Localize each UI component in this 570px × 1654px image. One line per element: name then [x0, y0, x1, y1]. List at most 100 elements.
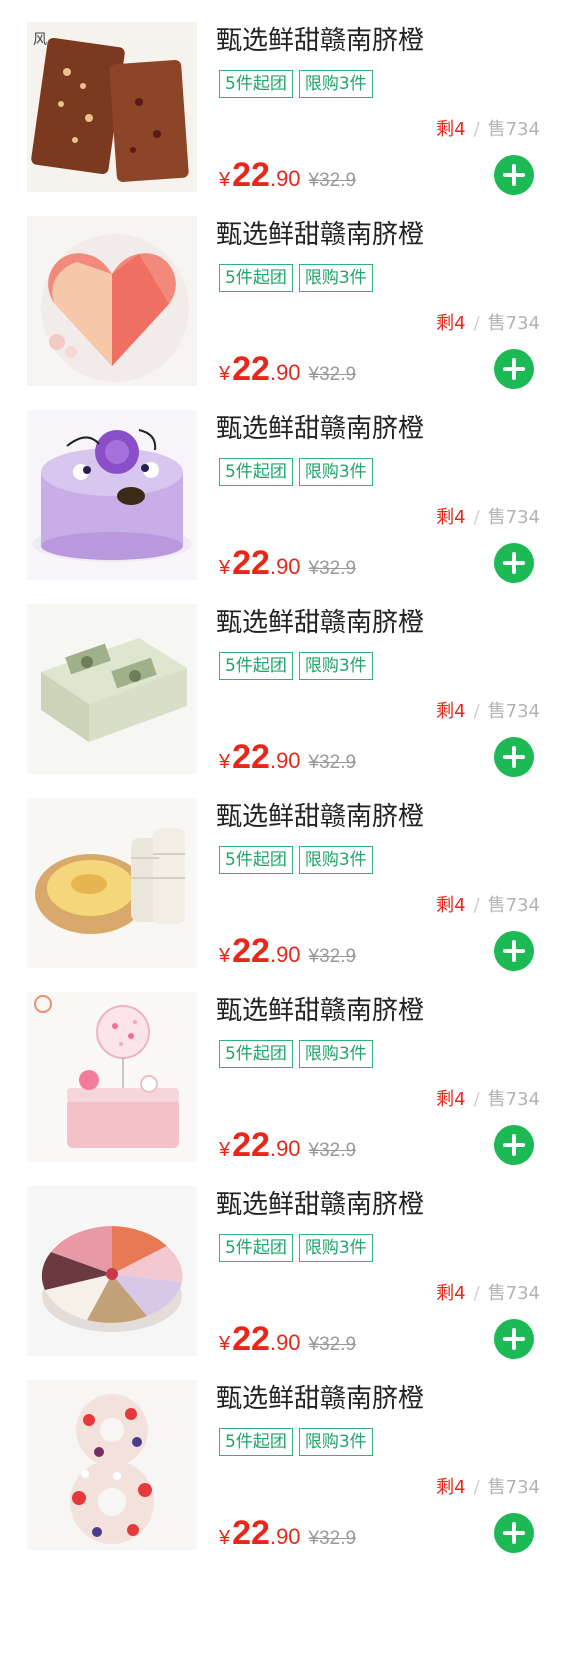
product-title: 甄选鲜甜赣南脐橙: [216, 1190, 425, 1220]
remaining-count: 剩4: [436, 895, 466, 916]
product-card[interactable]: 甄选鲜甜赣南脐橙 5件起团 限购3件 剩4 / 售734 ¥22.90 ¥32.9: [0, 1376, 570, 1576]
price: ¥22.90 ¥32.9: [219, 1126, 356, 1165]
svg-text:风: 风: [33, 32, 47, 48]
price-integer: 22: [232, 932, 270, 970]
price: ¥22.90 ¥32.9: [219, 156, 356, 195]
product-card[interactable]: 甄选鲜甜赣南脐橙 5件起团 限购3件 剩4 / 售734 ¥22.90 ¥32.9: [0, 794, 570, 994]
product-card[interactable]: 甄选鲜甜赣南脐橙 5件起团 限购3件 剩4 / 售734 ¥22.90 ¥32.9: [0, 988, 570, 1188]
price-integer: 22: [232, 1514, 270, 1552]
add-to-cart-button[interactable]: [494, 1319, 534, 1359]
product-title: 甄选鲜甜赣南脐橙: [216, 414, 425, 444]
stock-separator: /: [473, 1089, 480, 1110]
original-price: ¥32.9: [308, 752, 357, 773]
sold-count: 售734: [487, 701, 540, 722]
lavender-cake-icon[interactable]: [27, 410, 197, 580]
sampler-cake-icon[interactable]: [27, 1186, 197, 1356]
stock-separator: /: [473, 313, 480, 334]
product-card[interactable]: 风 甄选鲜甜赣南脐橙 5件起团 限购3件 剩4 / 售734 ¥22.90 ¥32.9: [0, 18, 570, 218]
add-to-cart-button[interactable]: [494, 349, 534, 389]
product-list: 风 甄选鲜甜赣南脐橙 5件起团 限购3件 剩4/售734 ¥22.90 ¥32.9: [0, 0, 570, 1654]
currency-symbol: ¥: [219, 751, 231, 773]
product-title: 甄选鲜甜赣南脐橙: [216, 26, 425, 56]
stock-separator: /: [473, 1477, 480, 1498]
stock-separator: /: [473, 119, 480, 140]
price: ¥22.90 ¥32.9: [219, 1514, 356, 1553]
tag-min-group: 5件起团: [219, 458, 293, 486]
stock-info: 剩4 / 售734: [436, 1476, 540, 1500]
tag-purchase-limit: 限购3件: [298, 70, 373, 98]
tag-min-group: 5件起团: [219, 1040, 293, 1068]
currency-symbol: ¥: [219, 169, 231, 191]
price-decimal: .90: [269, 554, 301, 579]
price-integer: 22: [232, 1126, 270, 1164]
remaining-count: 剩4: [436, 701, 466, 722]
price-decimal: .90: [269, 1330, 301, 1355]
sold-count: 售734: [487, 895, 540, 916]
product-title: 甄选鲜甜赣南脐橙: [216, 802, 425, 832]
tag-list: 5件起团 限购3件: [219, 264, 379, 292]
product-card[interactable]: 甄选鲜甜赣南脐橙 5件起团 限购3件 剩4 / 售734 ¥22.90 ¥32.9: [0, 600, 570, 800]
price-decimal: .90: [269, 1524, 301, 1549]
stock-info: 剩4 / 售734: [436, 312, 540, 336]
product-card[interactable]: 甄选鲜甜赣南脐橙 5件起团 限购3件 剩4 / 售734 ¥22.90 ¥32.9: [0, 1182, 570, 1382]
add-to-cart-button[interactable]: [494, 737, 534, 777]
price: ¥22.90 ¥32.9: [219, 932, 356, 971]
remaining-count: 剩4: [436, 313, 466, 334]
sold-count: 售734: [487, 507, 540, 528]
add-to-cart-button[interactable]: [494, 543, 534, 583]
tag-purchase-limit: 限购3件: [298, 652, 373, 680]
currency-symbol: ¥: [219, 363, 231, 385]
product-card[interactable]: 甄选鲜甜赣南脐橙 5件起团 限购3件 剩4 / 售734 ¥22.90 ¥32.9: [0, 212, 570, 412]
remaining-count: 剩4: [436, 1477, 466, 1498]
number-eight-cake-icon[interactable]: [27, 1380, 197, 1550]
sold-count: 售734: [487, 119, 540, 140]
sold-count: 售734: [487, 313, 540, 334]
tag-list: 5件起团 限购3件: [219, 70, 379, 98]
price-integer: 22: [232, 156, 270, 194]
product-card[interactable]: 甄选鲜甜赣南脐橙 5件起团 限购3件 剩4 / 售734 ¥22.90 ¥32.9: [0, 406, 570, 606]
product-title: 甄选鲜甜赣南脐橙: [216, 220, 425, 250]
price: ¥22.90 ¥32.9: [219, 350, 356, 389]
stock-separator: /: [473, 895, 480, 916]
original-price: ¥32.9: [308, 1140, 357, 1161]
add-to-cart-button[interactable]: [494, 155, 534, 195]
add-to-cart-button[interactable]: [494, 1513, 534, 1553]
tag-list: 5件起团 限购3件: [219, 846, 379, 874]
pound-cake-icon[interactable]: 风: [27, 22, 197, 192]
sold-count: 售734: [487, 1089, 540, 1110]
currency-symbol: ¥: [219, 557, 231, 579]
price-decimal: .90: [269, 748, 301, 773]
tag-min-group: 5件起团: [219, 70, 293, 98]
tag-min-group: 5件起团: [219, 1234, 293, 1262]
currency-symbol: ¥: [219, 1527, 231, 1549]
tag-purchase-limit: 限购3件: [298, 1234, 373, 1262]
heart-mousse-icon[interactable]: [27, 216, 197, 386]
remaining-count: 剩4: [436, 1089, 466, 1110]
money-cake-icon[interactable]: [27, 604, 197, 774]
tag-min-group: 5件起团: [219, 1428, 293, 1456]
price: ¥22.90 ¥32.9: [219, 1320, 356, 1359]
product-title: 甄选鲜甜赣南脐橙: [216, 996, 425, 1026]
original-price: ¥32.9: [308, 558, 357, 579]
stock-info: 剩4 / 售734: [436, 1088, 540, 1112]
stock-info: 剩4 / 售734: [436, 700, 540, 724]
tag-list: 5件起团 限购3件: [219, 1040, 379, 1068]
price-decimal: .90: [269, 942, 301, 967]
tag-list: 5件起团 限购3件: [219, 652, 379, 680]
original-price: ¥32.9: [308, 1334, 357, 1355]
stock-info: 剩4 / 售734: [436, 506, 540, 530]
egg-tart-icon[interactable]: [27, 798, 197, 968]
tag-purchase-limit: 限购3件: [298, 1040, 373, 1068]
remaining-count: 剩4: [436, 1283, 466, 1304]
product-title: 甄选鲜甜赣南脐橙: [216, 608, 425, 638]
tag-list: 5件起团 限购3件: [219, 1428, 379, 1456]
add-to-cart-button[interactable]: [494, 1125, 534, 1165]
balloon-cake-icon[interactable]: [27, 992, 197, 1162]
remaining-count: 剩4: [436, 507, 466, 528]
price-decimal: .90: [269, 166, 301, 191]
currency-symbol: ¥: [219, 1139, 231, 1161]
price-integer: 22: [232, 350, 270, 388]
remaining-count: 剩4: [436, 119, 466, 140]
tag-min-group: 5件起团: [219, 652, 293, 680]
add-to-cart-button[interactable]: [494, 931, 534, 971]
